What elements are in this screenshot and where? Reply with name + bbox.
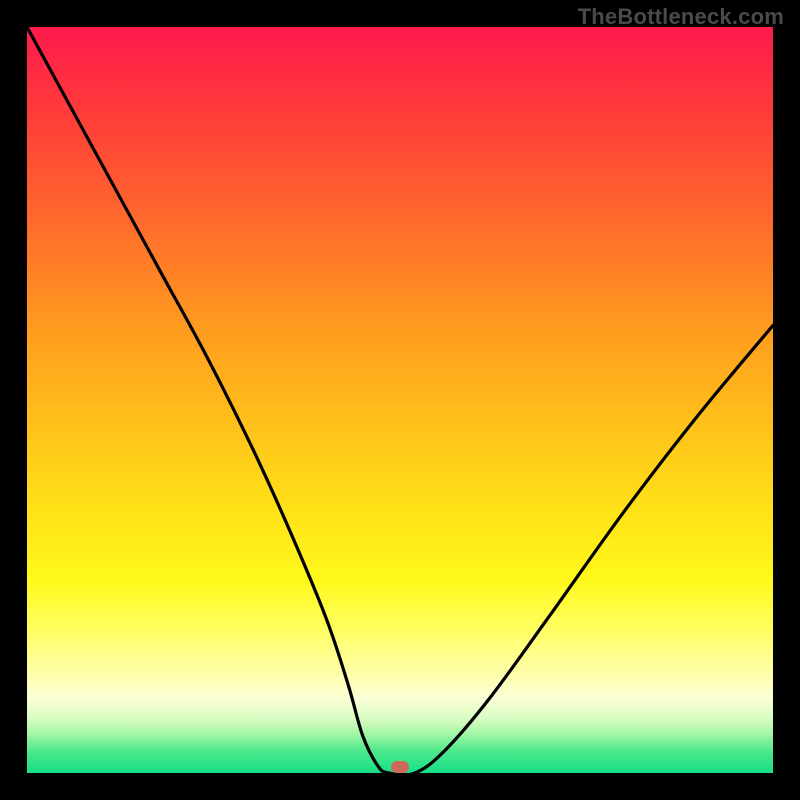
curve-path (27, 27, 773, 773)
chart-frame: TheBottleneck.com (0, 0, 800, 800)
bottleneck-curve (27, 27, 773, 773)
plot-area (27, 27, 773, 773)
optimal-marker (391, 761, 409, 773)
